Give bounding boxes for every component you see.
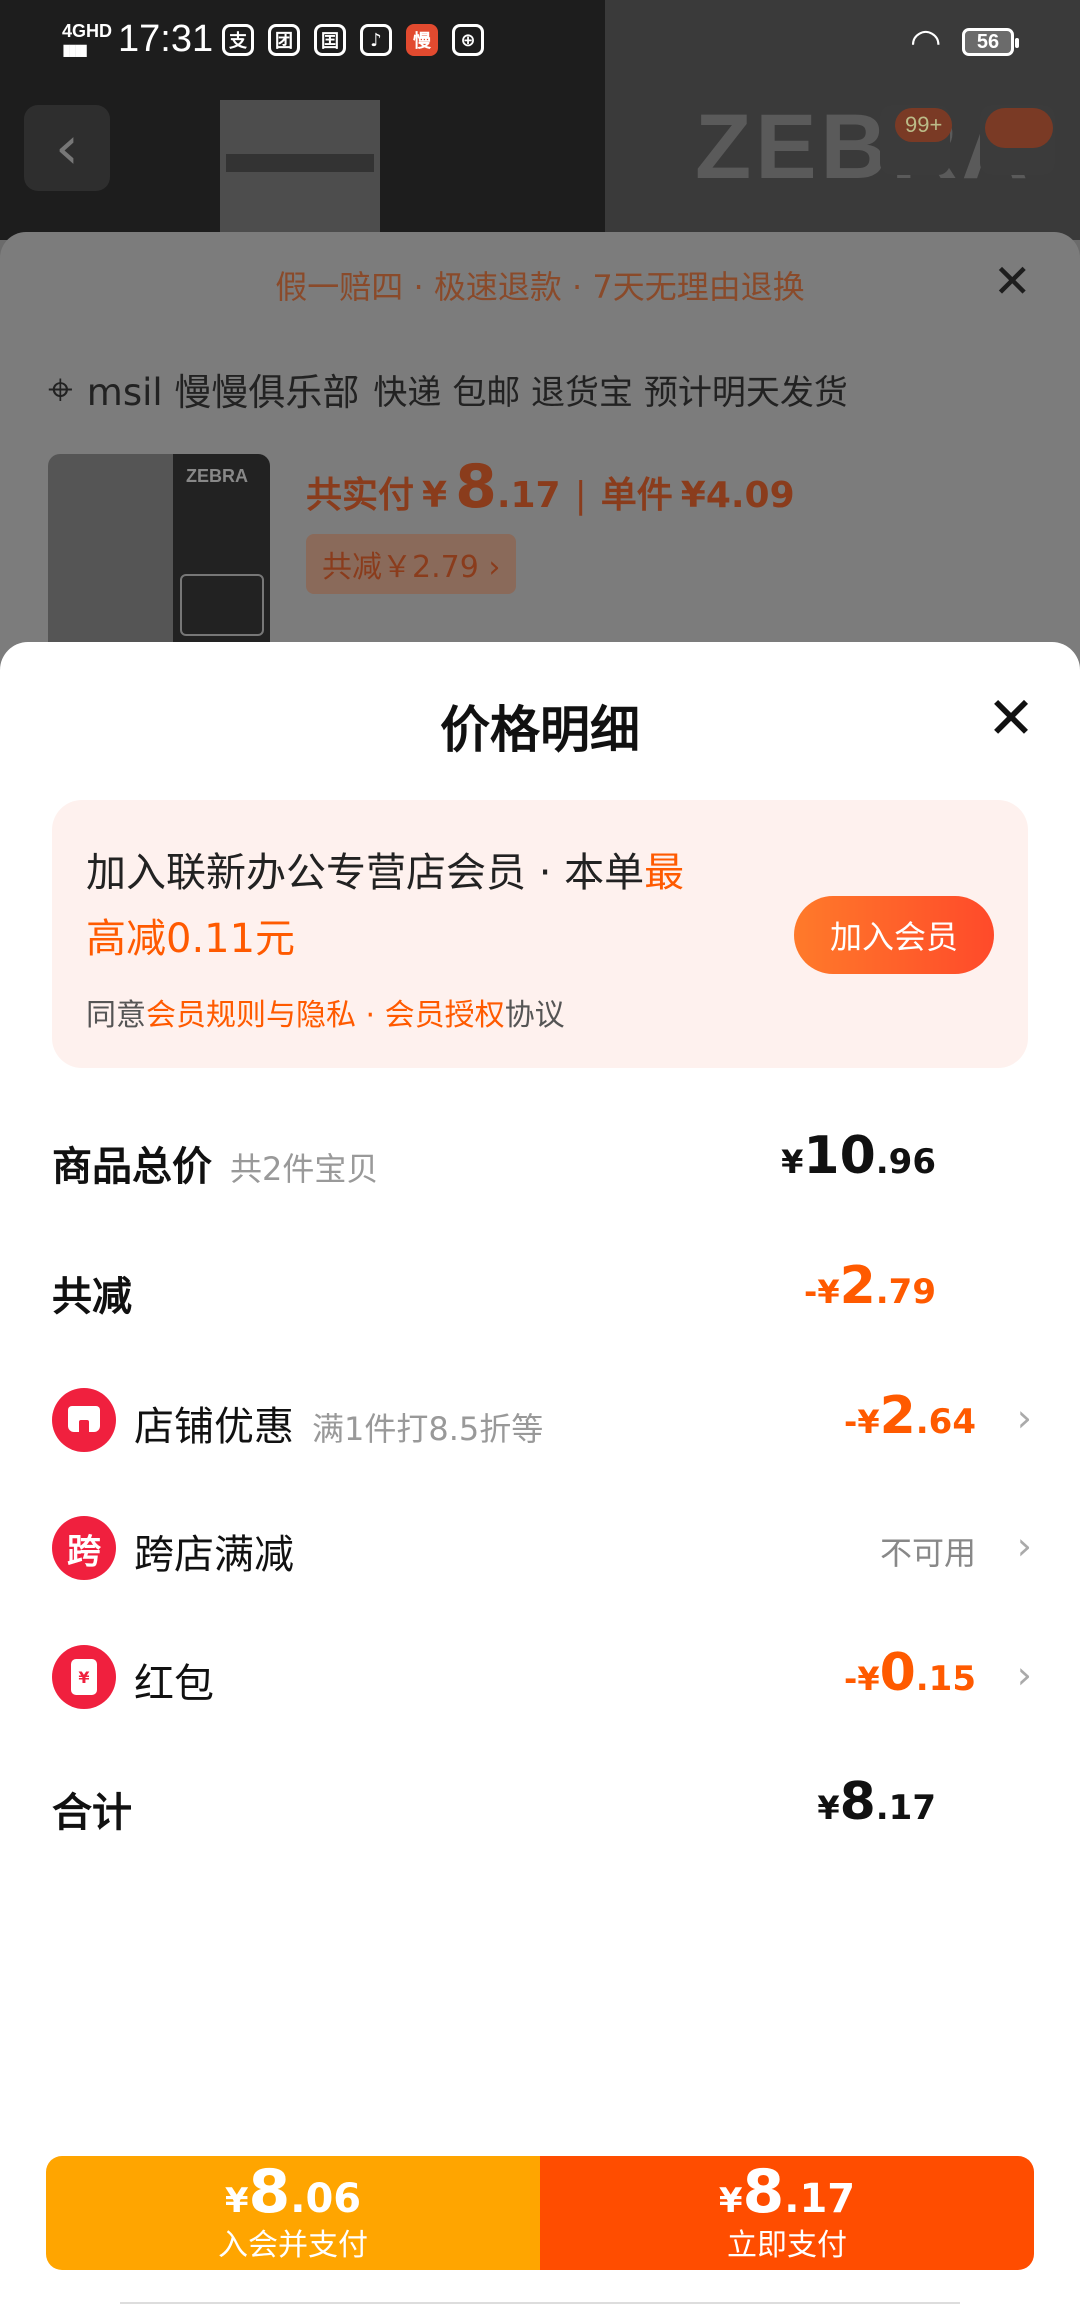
paid-currency: ¥ (422, 475, 448, 516)
member-promo-card: 加入联新办公专营店会员 · 本单最 高减0.11元 同意会员规则与隐私 · 会员… (52, 800, 1028, 1068)
cross-store-value: 不可用 (879, 1534, 976, 1572)
chevron-right-icon: › (1016, 1524, 1032, 1568)
guo-icon: 囯 (314, 24, 346, 56)
pay-now-button[interactable]: ¥8.17 立即支付 (540, 2156, 1034, 2270)
member-pay-amount: ¥8.06 (224, 2156, 362, 2227)
product-brand: ZEBRA (186, 466, 248, 486)
guarantee-banner: 假一赔四 · 极速退款 · 7天无理由退换 (275, 268, 805, 306)
red-packet-row[interactable]: ¥ 红包 -¥ 0.15 › (52, 1639, 1032, 1719)
store-discount-detail: 满1件打8.5折等 (312, 1410, 544, 1448)
grand-total-label: 合计 (52, 1790, 132, 1836)
delivery-info: 快递 包邮 退货宝 预计明天发货 (373, 372, 848, 413)
cart-badge: 99+ (895, 108, 953, 142)
red-packet-label: 红包 (134, 1661, 214, 1707)
price-detail-sheet: 价格明细 ✕ 加入联新办公专营店会员 · 本单最 高减0.11元 同意会员规则与… (0, 642, 1080, 2316)
address-row: ⌖ msil 慢慢俱乐部 快递 包邮 退货宝 预计明天发货 (48, 362, 848, 416)
promo-text-line1: 加入联新办公专营店会员 · 本单最 (86, 850, 685, 896)
total-goods-label: 商品总价 共2件宝贝 (52, 1144, 379, 1190)
join-and-pay-button[interactable]: ¥8.06 入会并支付 (46, 2156, 540, 2270)
total-goods-row: 商品总价 共2件宝贝 ¥10.96 (52, 1122, 1028, 1202)
member-rules-link[interactable]: 会员规则与隐私 (146, 998, 356, 1033)
total-discount-value: -¥ 2.79 (804, 1256, 936, 1316)
item-count: 共2件宝贝 (230, 1150, 379, 1188)
grand-total-value: ¥8.17 (817, 1772, 936, 1832)
member-auth-link[interactable]: 会员授权 (385, 998, 505, 1033)
clock: 17:31 (118, 18, 214, 60)
chevron-right-icon: › (1016, 1653, 1032, 1697)
member-pay-label: 入会并支付 (218, 2227, 368, 2263)
bank-icon: ⊕ (452, 24, 484, 56)
pay-now-label: 立即支付 (727, 2227, 847, 2263)
store-discount-row[interactable]: 店铺优惠 满1件打8.5折等 -¥ 2.64 › (52, 1382, 1032, 1462)
close-icon[interactable]: ✕ (985, 689, 1037, 747)
cross-store-icon: 跨 (52, 1516, 116, 1580)
signal-icon: ▮▮▮▮ (62, 40, 88, 59)
cross-store-label: 跨店满减 (134, 1532, 294, 1578)
location-pin-icon: ⌖ (48, 363, 73, 415)
red-packet-icon: ¥ (52, 1645, 116, 1709)
join-member-button[interactable]: 加入会员 (794, 896, 994, 974)
total-discount-label: 共减 (52, 1274, 132, 1320)
network-type: 4GHD (62, 21, 113, 41)
unit-label: 单件 (600, 475, 673, 516)
store-icon (52, 1388, 116, 1452)
close-icon: ✕ (993, 254, 1032, 308)
man-app-icon: 慢 (406, 24, 438, 56)
address-name: msil 慢慢俱乐部 (86, 371, 360, 414)
battery-icon: 56 (962, 28, 1019, 56)
tuan-icon: 团 (268, 24, 300, 56)
paid-label: 共实付 (306, 475, 415, 516)
order-price: 共实付 ¥ 8.17 | 单件 ¥4.09 (306, 452, 795, 522)
promo-text-line2: 高减0.11元 (86, 916, 296, 962)
unit-price: ¥4.09 (680, 475, 795, 516)
bg-product-thumbnail (220, 100, 380, 235)
pay-bar: ¥8.06 入会并支付 ¥8.17 立即支付 (46, 2156, 1034, 2270)
paid-int: 8 (455, 452, 497, 522)
pay-now-amount: ¥8.17 (718, 2156, 856, 2227)
store-discount-label: 店铺优惠 满1件打8.5折等 (134, 1404, 544, 1450)
saved-tag: 共减￥2.79 › (306, 534, 517, 594)
red-packet-value: -¥ 0.15 (844, 1643, 976, 1703)
tiktok-icon: ♪ (360, 24, 392, 56)
cross-store-row[interactable]: 跨 跨店满减 不可用 › (52, 1510, 1032, 1590)
alipay-icon: 支 (222, 24, 254, 56)
total-discount-row: 共减 -¥ 2.79 (52, 1252, 1028, 1332)
message-badge-icon (985, 108, 1053, 148)
product-image: ZEBRA (48, 454, 270, 654)
wifi-icon: ◠ (910, 22, 942, 63)
back-icon: ‹ (24, 105, 110, 191)
paid-dec: .17 (496, 475, 561, 516)
agreement-text: 同意会员规则与隐私 · 会员授权协议 (86, 998, 565, 1033)
status-bar: 4GHD ▮▮▮▮ 17:31 支 团 囯 ♪ 慢 ⊕ ◠ 56 (0, 0, 1080, 80)
chevron-right-icon: › (1016, 1396, 1032, 1440)
grand-total-row: 合计 ¥8.17 (52, 1768, 1028, 1848)
store-discount-value: -¥ 2.64 (844, 1386, 976, 1446)
gesture-bar (120, 2302, 960, 2312)
notification-icons: 支 团 囯 ♪ 慢 ⊕ (222, 24, 484, 56)
total-goods-value: ¥10.96 (781, 1126, 936, 1186)
sheet-title: 价格明细 (440, 701, 640, 759)
